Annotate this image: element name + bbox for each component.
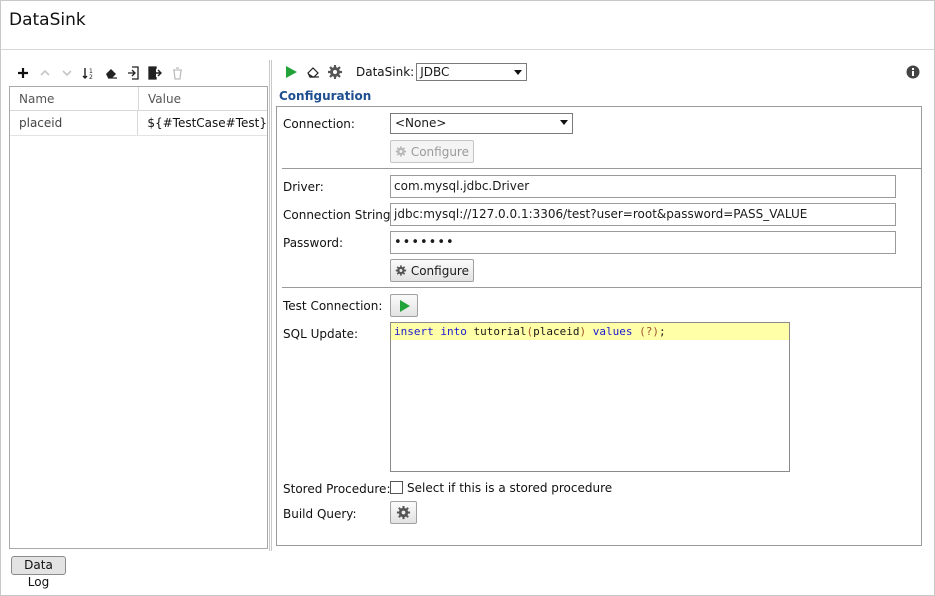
run-icon[interactable] [280,62,302,82]
column-header-name[interactable]: Name [10,87,139,111]
configure-connection-label: Configure [410,144,469,159]
connection-string-input[interactable]: jdbc:mysql://127.0.0.1:3306/test?user=ro… [390,203,896,226]
tab-data-log[interactable]: Data Log [11,556,66,589]
sql-terminator: ; [658,325,666,338]
datasink-toolbar: DataSink: JDBC [280,62,528,82]
panel-splitter[interactable] [269,60,272,551]
import-icon[interactable] [122,63,144,83]
clear-icon[interactable] [100,63,122,83]
clear-icon[interactable] [302,62,324,82]
sql-table: tutorial [473,325,527,338]
datasink-type-value: JDBC [420,65,450,79]
add-icon[interactable] [12,63,34,83]
test-connection-label: Test Connection: [283,299,383,313]
gear-icon [395,146,407,157]
connection-string-label: Connection String: [283,208,395,222]
gear-icon[interactable] [324,62,346,82]
sql-keyword: into [440,325,467,338]
title-separator [1,49,934,50]
move-up-icon[interactable] [34,63,56,83]
connection-label: Connection: [283,117,355,131]
datasink-type-select[interactable]: JDBC [416,63,528,81]
gear-icon [396,505,411,520]
move-down-icon[interactable] [56,63,78,83]
column-header-value[interactable]: Value [139,87,267,111]
table-header: Name Value [10,87,267,111]
run-icon [399,299,410,312]
sql-punctuation: ) [579,325,587,338]
password-label: Password: [283,236,344,250]
build-query-button[interactable] [390,501,417,524]
section-divider [282,168,922,169]
configure-button-label: Configure [410,263,469,278]
test-connection-button[interactable] [390,294,418,317]
properties-table: Name Value placeid ${#TestCase#Test} [9,86,268,549]
export-icon[interactable] [144,63,166,83]
section-divider [282,287,922,288]
sql-keyword: values [592,325,633,338]
svg-text:2: 2 [89,74,93,80]
sql-update-label: SQL Update: [283,327,359,341]
table-row[interactable]: placeid ${#TestCase#Test} [10,111,267,136]
driver-label: Driver: [283,180,324,194]
chevron-down-icon [560,120,568,125]
sort-icon[interactable]: 12 [78,63,100,83]
configure-connection-button[interactable]: Configure [390,140,474,163]
chevron-down-icon [514,70,523,75]
connection-select[interactable]: <None> [390,113,573,134]
build-query-label: Build Query: [283,507,357,521]
sql-values: (?) [639,325,659,338]
window-title: DataSink [9,10,86,30]
sql-update-editor[interactable]: insert into tutorial(placeid) values (?)… [390,322,790,472]
property-value-cell[interactable]: ${#TestCase#Test} [138,111,267,135]
info-icon[interactable] [906,65,920,82]
stored-procedure-checkbox-label[interactable]: Select if this is a stored procedure [407,481,612,495]
sql-keyword: insert [394,325,434,338]
password-input[interactable]: ••••••• [390,231,896,254]
stored-procedure-checkbox[interactable] [390,481,403,494]
configuration-heading: Configuration [279,89,372,103]
stored-procedure-label: Stored Procedure: [283,482,391,496]
sql-column: placeid [533,325,580,338]
configure-button[interactable]: Configure [390,259,474,282]
delete-icon[interactable] [166,63,188,83]
sql-current-line: insert into tutorial(placeid) values (?)… [391,323,789,340]
connection-select-value: <None> [395,116,447,130]
gear-icon [395,265,407,276]
driver-input[interactable]: com.mysql.jdbc.Driver [390,175,896,198]
datasink-label: DataSink: [356,65,415,79]
properties-toolbar: 12 [12,63,188,83]
property-name-cell[interactable]: placeid [10,111,139,135]
